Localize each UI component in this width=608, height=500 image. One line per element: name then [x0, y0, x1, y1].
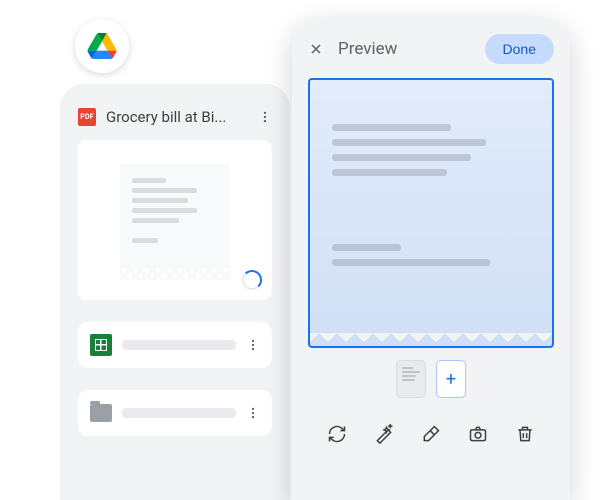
file-title: Grocery bill at Bi... — [106, 108, 248, 126]
sheets-icon — [90, 334, 112, 356]
delete-button[interactable] — [511, 420, 539, 448]
camera-button[interactable] — [464, 420, 492, 448]
pdf-icon: PDF — [78, 108, 96, 126]
more-icon[interactable] — [246, 338, 260, 352]
done-button[interactable]: Done — [485, 34, 554, 64]
file-row-folder[interactable] — [78, 390, 272, 436]
drive-logo-badge — [75, 19, 129, 73]
add-page-button[interactable]: + — [436, 360, 466, 398]
more-icon[interactable] — [258, 110, 272, 124]
file-name-placeholder — [122, 408, 236, 418]
file-name-placeholder — [122, 340, 236, 350]
scan-preview-sheet: Preview Done + — [292, 18, 570, 500]
erase-button[interactable] — [417, 420, 445, 448]
drive-files-panel: PDF Grocery bill at Bi... — [60, 84, 290, 500]
refresh-icon — [327, 424, 347, 444]
camera-icon — [468, 424, 488, 444]
scan-toolbar — [308, 420, 554, 448]
eraser-icon — [421, 424, 441, 444]
file-row-sheets[interactable] — [78, 322, 272, 368]
trash-icon — [515, 424, 535, 444]
retake-button[interactable] — [323, 420, 351, 448]
preview-header: Preview Done — [308, 34, 554, 64]
more-icon[interactable] — [246, 406, 260, 420]
close-icon[interactable] — [308, 41, 324, 57]
google-drive-icon — [87, 33, 117, 59]
preview-title: Preview — [338, 39, 471, 59]
folder-icon — [90, 404, 112, 422]
page-thumbnail[interactable] — [396, 360, 426, 398]
magic-wand-icon — [374, 424, 394, 444]
receipt-preview — [120, 164, 230, 274]
loading-spinner-icon — [242, 270, 262, 290]
page-thumbnails: + — [308, 360, 554, 398]
scan-crop-area[interactable] — [308, 78, 554, 348]
file-thumbnail[interactable] — [78, 140, 272, 300]
file-header: PDF Grocery bill at Bi... — [78, 108, 272, 126]
auto-enhance-button[interactable] — [370, 420, 398, 448]
